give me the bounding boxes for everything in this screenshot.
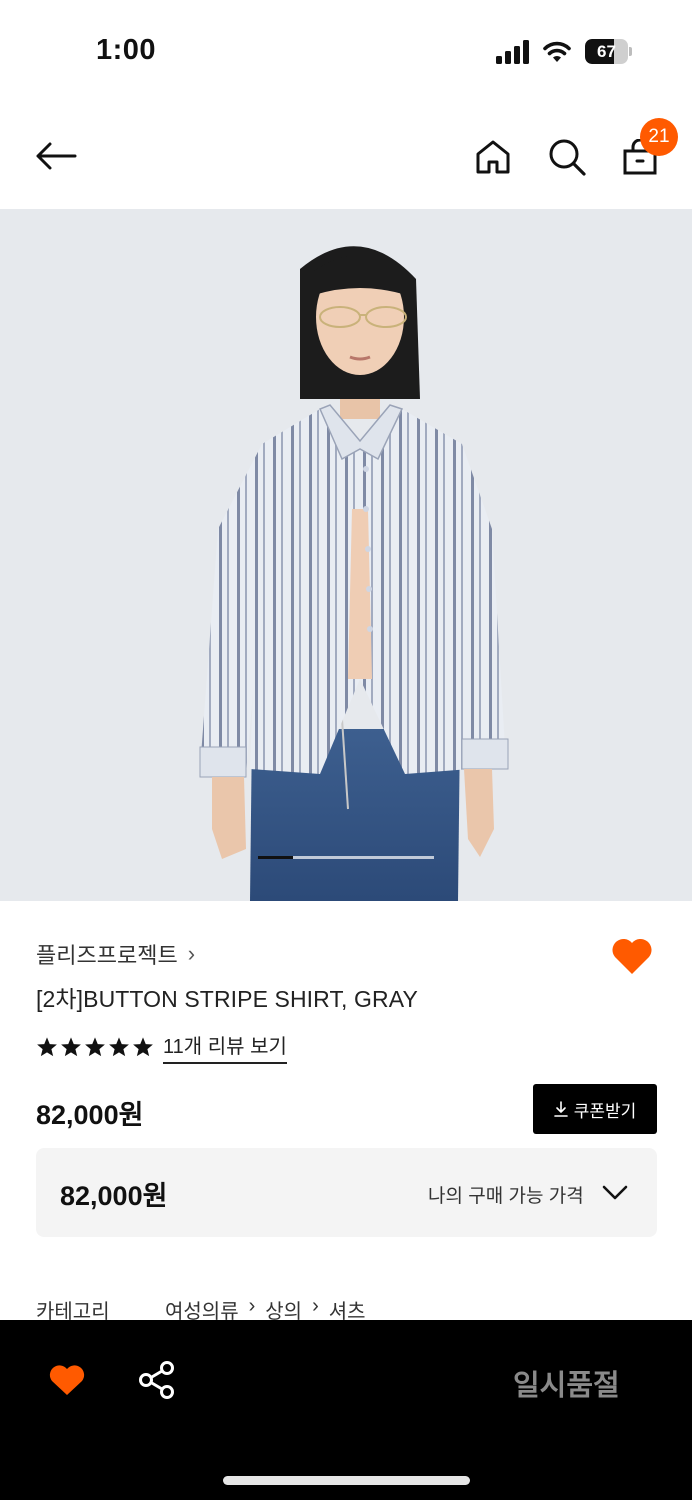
star-icon — [133, 1037, 153, 1057]
my-price-label: 나의 구매 가능 가격 — [428, 1186, 584, 1207]
sold-out-button[interactable]: 일시품절 — [513, 1362, 620, 1404]
star-icon — [61, 1037, 81, 1057]
back-button[interactable] — [30, 136, 82, 176]
chevron-right-icon: › — [187, 941, 196, 966]
my-price-dropdown[interactable]: 82,000원 나의 구매 가능 가격 — [36, 1148, 657, 1237]
category-row: 카테고리 여성의류 › 상의 › 셔츠 — [36, 1295, 656, 1321]
share-icon[interactable] — [137, 1360, 177, 1400]
coupon-label: 쿠폰받기 — [573, 1101, 637, 1121]
star-icon — [109, 1037, 129, 1057]
category-level-1[interactable]: 여성의류 — [165, 1295, 239, 1321]
category-label: 카테고리 — [36, 1301, 110, 1321]
rating-row: 11개 리뷰 보기 — [36, 1030, 287, 1064]
chevron-right-icon: › — [312, 1295, 319, 1317]
battery-indicator: 67 — [585, 39, 632, 64]
coupon-button[interactable]: 쿠폰받기 — [533, 1084, 657, 1134]
cellular-signal-icon — [496, 40, 529, 64]
home-indicator — [223, 1476, 470, 1485]
wifi-icon — [543, 41, 571, 62]
category-breadcrumb: 여성의류 › 상의 › 셔츠 — [165, 1295, 366, 1321]
bottom-action-bar: 일시품절 — [0, 1320, 692, 1500]
product-photo — [0, 209, 692, 901]
status-time: 1:00 — [96, 34, 157, 66]
battery-percent: 67 — [597, 42, 616, 61]
arrow-left-icon — [36, 142, 77, 170]
product-price: 82,000원 — [36, 1100, 144, 1130]
status-bar: 1:00 67 — [0, 0, 692, 100]
image-pager-indicator — [258, 856, 293, 859]
category-level-2[interactable]: 상의 — [265, 1295, 302, 1321]
search-button[interactable] — [545, 135, 589, 179]
category-level-3[interactable]: 셔츠 — [329, 1295, 366, 1321]
brand-name: 플리즈프로젝트 — [36, 943, 178, 968]
home-button[interactable] — [472, 135, 514, 179]
my-price-value: 82,000원 — [60, 1181, 168, 1211]
rating-stars — [36, 1036, 154, 1058]
cart-count-badge: 21 — [640, 118, 678, 156]
home-icon — [476, 140, 510, 174]
product-image[interactable] — [0, 209, 692, 901]
product-title: [2차]BUTTON STRIPE SHIRT, GRAY — [36, 986, 418, 1012]
star-icon — [37, 1037, 57, 1057]
star-icon — [85, 1037, 105, 1057]
heart-icon[interactable] — [48, 1363, 86, 1397]
review-link[interactable]: 11개 리뷰 보기 — [163, 1030, 287, 1064]
top-nav — [0, 110, 692, 206]
brand-link[interactable]: 플리즈프로젝트 › — [36, 938, 195, 970]
search-icon — [549, 139, 586, 176]
download-icon — [553, 1101, 568, 1117]
chevron-right-icon: › — [248, 1295, 256, 1317]
image-pager — [258, 856, 434, 859]
chevron-down-icon — [602, 1185, 628, 1200]
heart-icon[interactable] — [610, 936, 654, 976]
